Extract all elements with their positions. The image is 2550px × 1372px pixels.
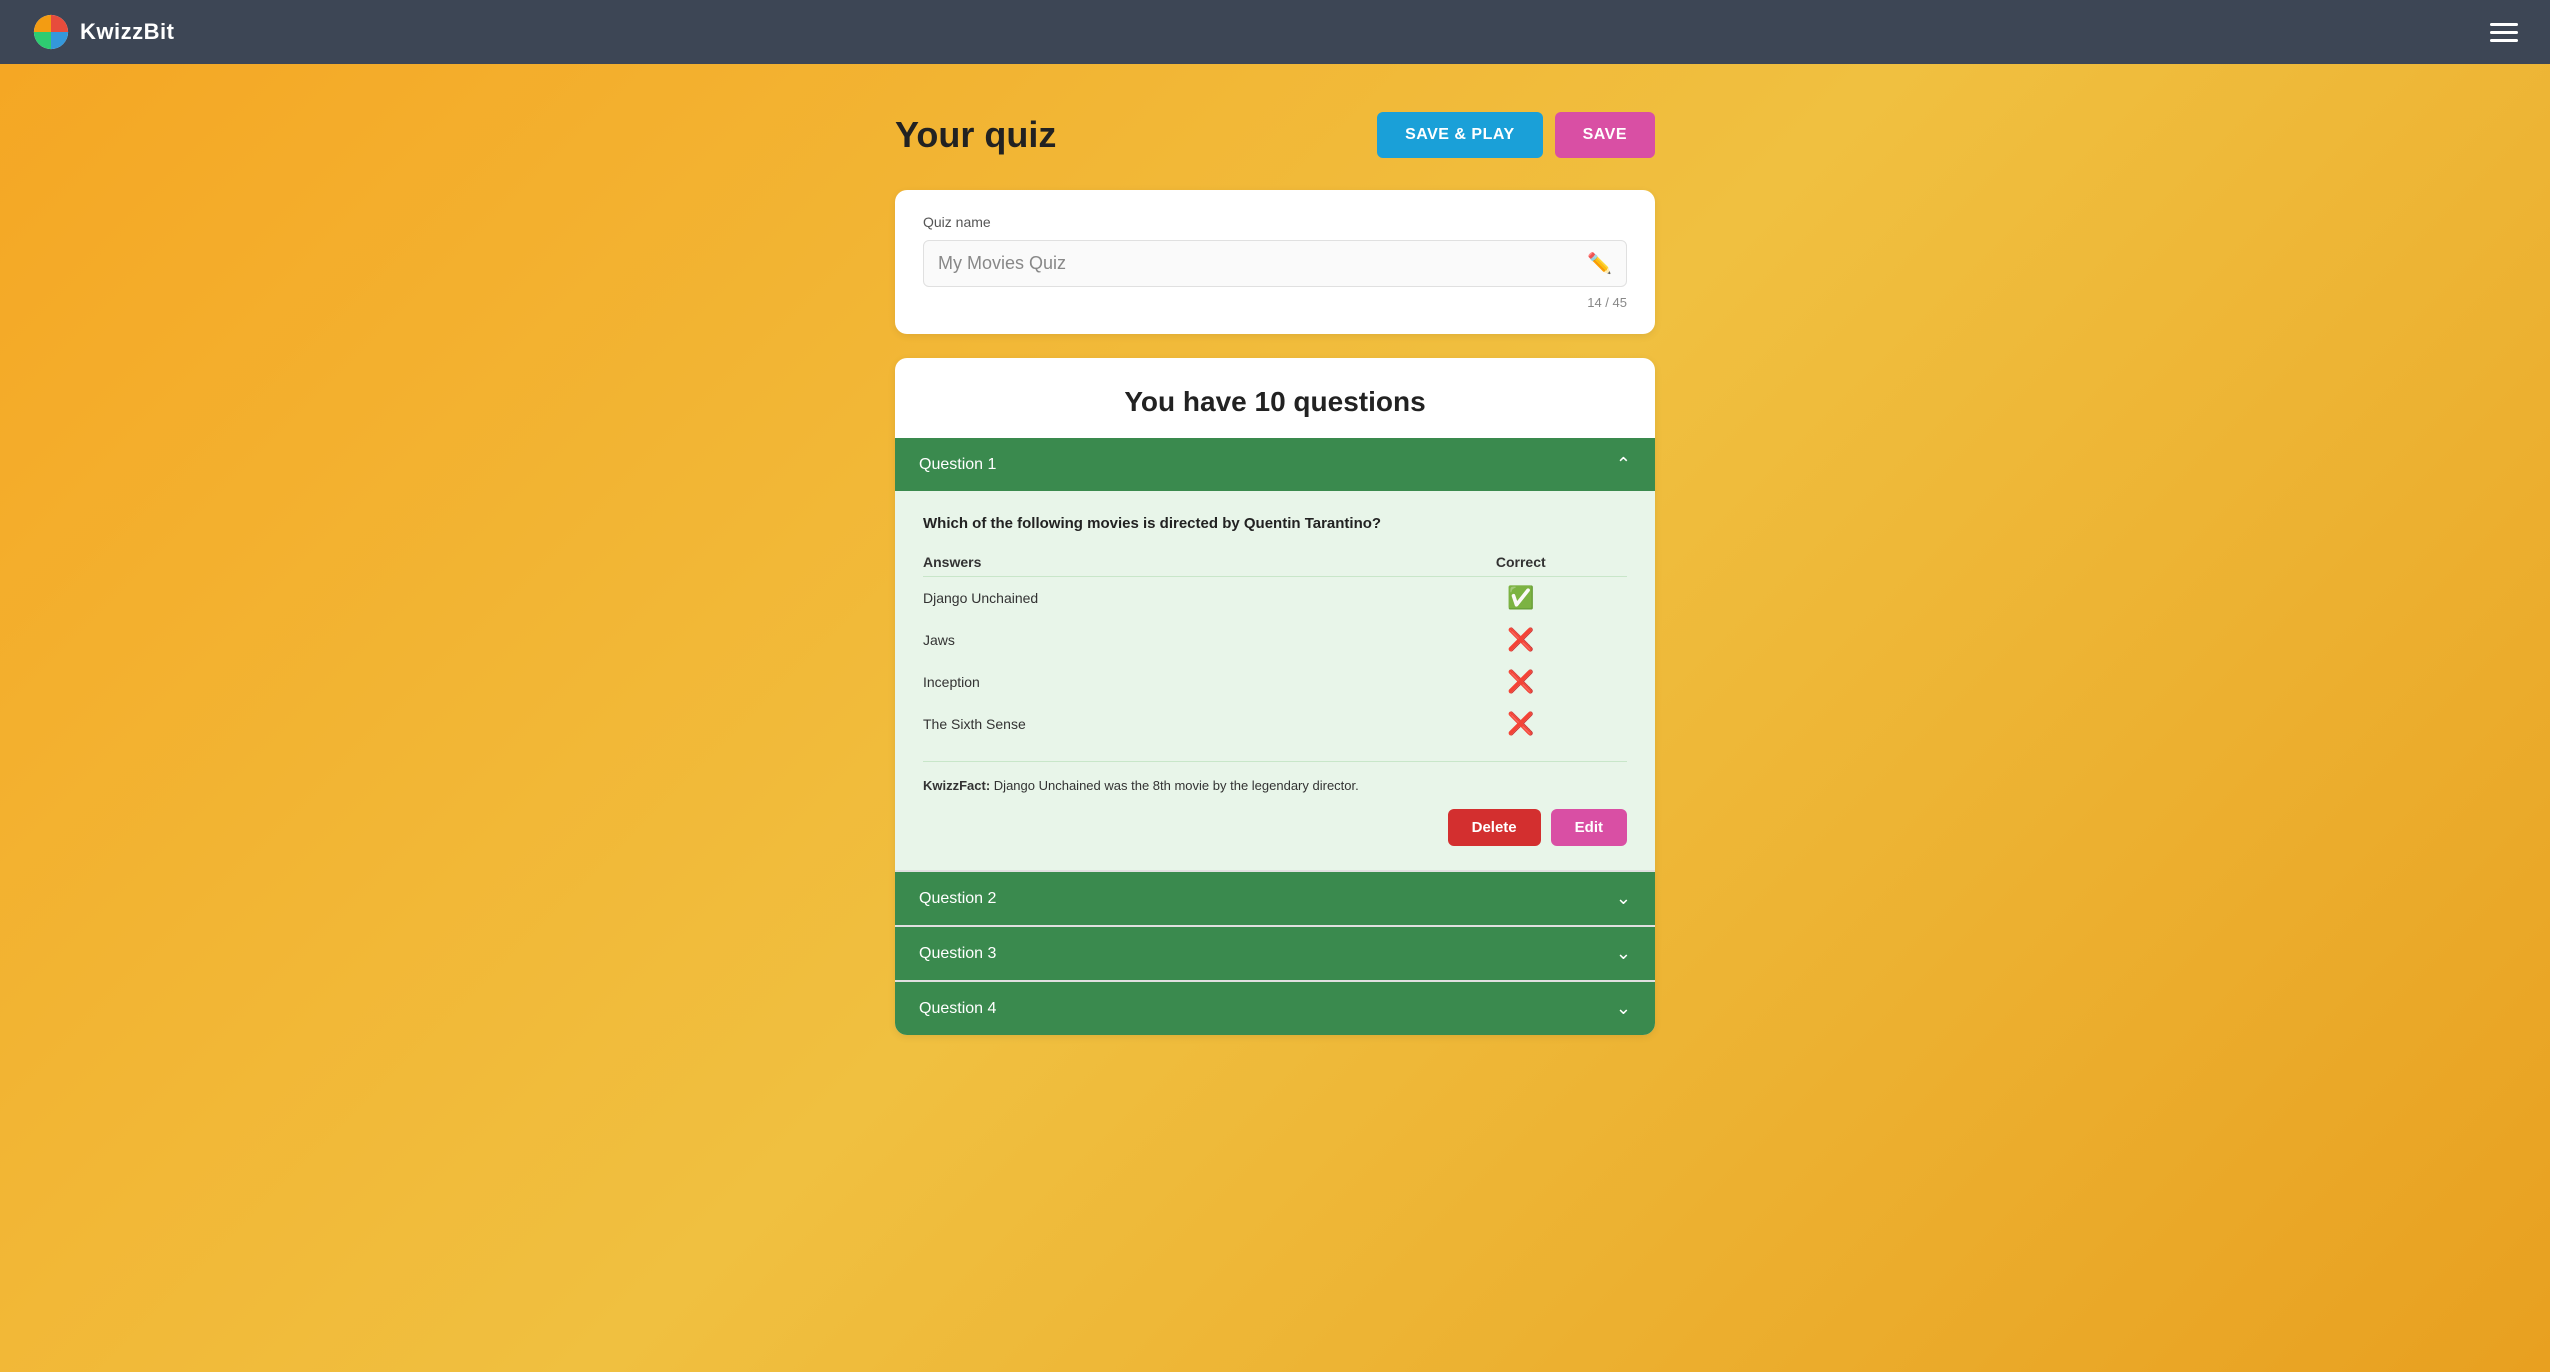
- answer-row-2: Jaws ❌: [923, 619, 1627, 661]
- question-bar-4[interactable]: Question 4 ⌄: [895, 982, 1655, 1035]
- question-1-label: Question 1: [919, 456, 996, 474]
- question-bar-2[interactable]: Question 2 ⌄: [895, 872, 1655, 925]
- main-content: Your quiz SAVE & PLAY SAVE Quiz name ✏️ …: [0, 64, 2550, 1083]
- answers-col-header: Answers: [923, 548, 1415, 577]
- chevron-up-icon-1: ⌃: [1616, 454, 1631, 475]
- question-content-1: Which of the following movies is directe…: [895, 491, 1655, 870]
- question-item-3: Question 3 ⌄: [895, 927, 1655, 982]
- answer-text-4: The Sixth Sense: [923, 703, 1415, 745]
- hamburger-menu[interactable]: [2490, 23, 2518, 42]
- answer-text-3: Inception: [923, 661, 1415, 703]
- navbar: KwizzBit: [0, 0, 2550, 64]
- questions-header: You have 10 questions: [895, 358, 1655, 438]
- logo: KwizzBit: [32, 13, 174, 51]
- chevron-down-icon-3: ⌄: [1616, 943, 1631, 964]
- question-bar-1[interactable]: Question 1 ⌃: [895, 438, 1655, 491]
- page-title: Your quiz: [895, 114, 1056, 156]
- header-buttons: SAVE & PLAY SAVE: [1377, 112, 1655, 158]
- edit-button-1[interactable]: Edit: [1551, 809, 1627, 846]
- kwizzfact-text: Django Unchained was the 8th movie by th…: [994, 778, 1359, 793]
- chevron-down-icon-2: ⌄: [1616, 888, 1631, 909]
- question-4-label: Question 4: [919, 1000, 996, 1018]
- answer-row-1: Django Unchained ✅: [923, 577, 1627, 620]
- kwizzfact: KwizzFact: Django Unchained was the 8th …: [923, 761, 1627, 793]
- answer-row-3: Inception ❌: [923, 661, 1627, 703]
- logo-icon: [32, 13, 70, 51]
- delete-button-1[interactable]: Delete: [1448, 809, 1541, 846]
- quiz-name-input[interactable]: [938, 253, 1587, 274]
- page-header: Your quiz SAVE & PLAY SAVE: [895, 112, 1655, 158]
- question-item-1: Question 1 ⌃ Which of the following movi…: [895, 438, 1655, 872]
- answer-text-2: Jaws: [923, 619, 1415, 661]
- save-button[interactable]: SAVE: [1555, 112, 1655, 158]
- answers-table-1: Answers Correct Django Unchained ✅ Jaw: [923, 548, 1627, 745]
- question-2-label: Question 2: [919, 890, 996, 908]
- answer-wrong-2: ❌: [1415, 619, 1627, 661]
- answer-wrong-4: ❌: [1415, 703, 1627, 745]
- quiz-name-card: Quiz name ✏️ 14 / 45: [895, 190, 1655, 334]
- hamburger-line-1: [2490, 23, 2518, 26]
- chevron-down-icon-4: ⌄: [1616, 998, 1631, 1019]
- correct-check-icon: ✅: [1507, 585, 1534, 610]
- answer-row-4: The Sixth Sense ❌: [923, 703, 1627, 745]
- quiz-name-label: Quiz name: [923, 214, 1627, 230]
- question-1-actions: Delete Edit: [923, 809, 1627, 846]
- wrong-x-icon-2: ❌: [1507, 627, 1534, 652]
- answer-correct-1: ✅: [1415, 577, 1627, 620]
- correct-col-header: Correct: [1415, 548, 1627, 577]
- question-3-label: Question 3: [919, 945, 996, 963]
- kwizzfact-label: KwizzFact:: [923, 778, 990, 793]
- question-item-2: Question 2 ⌄: [895, 872, 1655, 927]
- char-count: 14 / 45: [923, 295, 1627, 310]
- question-bar-3[interactable]: Question 3 ⌄: [895, 927, 1655, 980]
- answer-wrong-3: ❌: [1415, 661, 1627, 703]
- question-item-4: Question 4 ⌄: [895, 982, 1655, 1035]
- hamburger-line-2: [2490, 31, 2518, 34]
- save-play-button[interactable]: SAVE & PLAY: [1377, 112, 1543, 158]
- pencil-icon[interactable]: ✏️: [1587, 251, 1612, 276]
- answer-text-1: Django Unchained: [923, 577, 1415, 620]
- wrong-x-icon-4: ❌: [1507, 711, 1534, 736]
- question-text-1: Which of the following movies is directe…: [923, 515, 1627, 532]
- quiz-name-input-wrapper: ✏️: [923, 240, 1627, 287]
- logo-text: KwizzBit: [80, 19, 174, 45]
- questions-card: You have 10 questions Question 1 ⌃ Which…: [895, 358, 1655, 1035]
- hamburger-line-3: [2490, 39, 2518, 42]
- wrong-x-icon-3: ❌: [1507, 669, 1534, 694]
